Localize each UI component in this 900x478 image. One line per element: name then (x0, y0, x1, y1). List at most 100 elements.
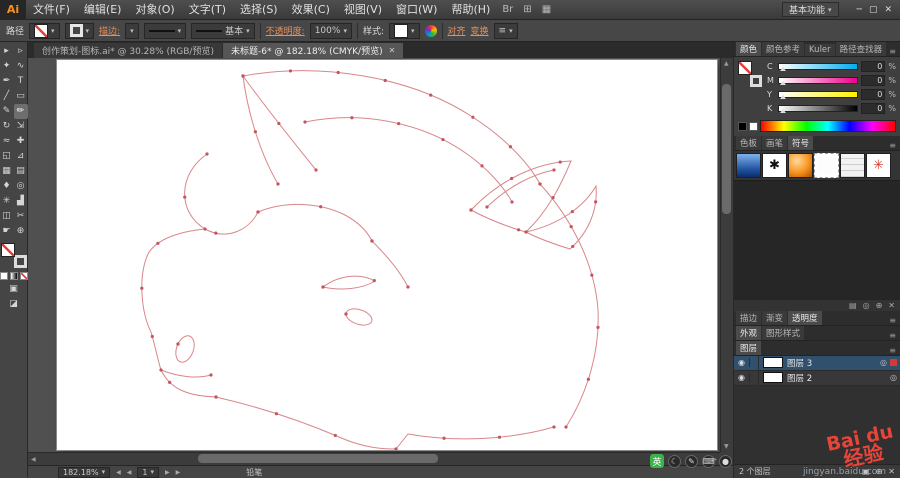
tool-slice[interactable]: ✂ (14, 209, 28, 224)
color-mode-button[interactable] (0, 272, 8, 280)
tab-color-guide[interactable]: 颜色参考 (762, 42, 805, 56)
fill-stroke-indicator[interactable] (0, 243, 27, 268)
target-icon[interactable]: ◎ (887, 373, 900, 382)
panel-menu-icon[interactable]: ≡ (887, 316, 898, 325)
recolor-artwork-icon[interactable] (424, 24, 437, 37)
tab-pathfinder[interactable]: 路径查找器 (835, 42, 887, 56)
menu-file[interactable]: 文件(F) (26, 0, 77, 20)
zoom-level-dropdown[interactable]: 182.18% ▾ (58, 466, 111, 478)
tab-layers[interactable]: 图层 (736, 340, 762, 355)
artboard-navigation-dropdown[interactable]: 1 ▾ (137, 466, 159, 478)
magenta-value-field[interactable]: 0 (861, 75, 886, 86)
ime-language-badge[interactable]: 英 (650, 454, 664, 468)
lock-toggle[interactable] (750, 355, 759, 370)
align-link[interactable]: 对齐 (448, 24, 466, 37)
next-artboard-icon[interactable]: ▶ (165, 469, 170, 476)
black-value-field[interactable]: 0 (861, 103, 886, 114)
vertical-scrollbar[interactable]: ▲ ▼ (720, 58, 733, 452)
close-button[interactable]: ✕ (884, 5, 892, 15)
vertical-scroll-thumb[interactable] (722, 84, 731, 214)
maximize-button[interactable]: ▢ (869, 5, 878, 15)
menu-help[interactable]: 帮助(H) (444, 0, 497, 20)
tool-mesh[interactable]: ▦ (0, 164, 14, 179)
tool-line-segment[interactable]: ╱ (0, 89, 14, 104)
grid-icon[interactable]: ▦ (537, 4, 556, 15)
magenta-slider[interactable] (778, 77, 859, 85)
tool-rotate[interactable]: ↻ (0, 119, 14, 134)
layer-row-2[interactable]: ◉ 图层 2 ◎ (734, 370, 900, 386)
ime-fullmoon-icon[interactable]: ☾ (668, 454, 681, 468)
tab-swatches[interactable]: 色板 (736, 136, 762, 150)
tab-kuler[interactable]: Kuler (805, 44, 835, 56)
tool-type[interactable]: T (14, 74, 28, 89)
tool-blend[interactable]: ◎ (14, 179, 28, 194)
scroll-left-icon[interactable]: ◀ (31, 456, 36, 463)
ime-keyboard-icon[interactable]: ⌨ (702, 454, 715, 468)
menu-object[interactable]: 对象(O) (128, 0, 181, 20)
tool-direct-selection[interactable]: ▹ (14, 44, 28, 59)
transform-link[interactable]: 变换 (471, 24, 489, 37)
panel-menu-icon[interactable]: ≡ (887, 346, 898, 355)
gradient-mode-button[interactable] (9, 272, 18, 280)
layer-row-3[interactable]: ◉ 图层 3 ◎ (734, 355, 900, 371)
tool-selection[interactable]: ▸ (0, 44, 14, 59)
menu-select[interactable]: 选择(S) (233, 0, 285, 20)
scroll-down-icon[interactable]: ▼ (724, 443, 729, 450)
tool-eyedropper[interactable]: ♦ (0, 179, 14, 194)
black-slider[interactable] (778, 105, 859, 113)
tab-gradient[interactable]: 渐变 (762, 310, 788, 325)
minimize-button[interactable]: ─ (857, 5, 862, 15)
tool-magic-wand[interactable]: ✦ (0, 59, 14, 74)
scroll-up-icon[interactable]: ▲ (724, 60, 729, 67)
screen-mode-button[interactable]: ◪ (7, 297, 21, 312)
first-artboard-icon[interactable]: ◀ (116, 469, 121, 476)
fill-swatch-none[interactable] (0, 243, 15, 257)
last-artboard-icon[interactable]: ▶ (176, 469, 181, 476)
drawing-mode-button[interactable]: ▣ (7, 282, 21, 297)
tool-rectangle[interactable]: ▭ (14, 89, 28, 104)
tab-color[interactable]: 颜色 (736, 42, 762, 56)
tool-zoom[interactable]: ⊕ (14, 224, 28, 239)
tool-symbol-sprayer[interactable]: ✳ (0, 194, 14, 209)
menu-edit[interactable]: 编辑(E) (77, 0, 129, 20)
opacity-link[interactable]: 不透明度: (266, 24, 305, 37)
lock-toggle[interactable] (750, 370, 759, 385)
menu-window[interactable]: 窗口(W) (389, 0, 444, 20)
horizontal-scrollbar[interactable]: ◀ ▶ (28, 452, 720, 465)
layer-name[interactable]: 图层 2 (787, 372, 887, 384)
brush-definition-dropdown[interactable]: 基本 ▾ (191, 22, 255, 39)
arrange-documents-icon[interactable]: ⊞ (518, 4, 536, 15)
place-symbol-icon[interactable]: ◎ (863, 301, 870, 310)
delete-symbol-icon[interactable]: ✕ (888, 301, 895, 310)
symbol-libraries-icon[interactable]: ▤ (849, 301, 857, 310)
control-panel-menu[interactable]: ≡ ▾ (493, 22, 518, 39)
horizontal-scroll-thumb[interactable] (198, 454, 438, 463)
symbol-flower[interactable]: ✳ (866, 153, 891, 178)
tool-lasso[interactable]: ∿ (14, 59, 28, 74)
tool-column-graph[interactable]: ▟ (14, 194, 28, 209)
symbol-grid[interactable] (840, 153, 865, 178)
prev-artboard-icon[interactable]: ◀ (127, 469, 132, 476)
panel-menu-icon[interactable]: ≡ (887, 47, 898, 56)
ime-settings-icon[interactable]: ● (719, 454, 732, 468)
tool-pencil[interactable]: ✏ (13, 104, 28, 119)
symbol-orb[interactable] (788, 153, 813, 178)
ime-pen-icon[interactable]: ✎ (685, 454, 698, 468)
tab-brushes[interactable]: 画笔 (762, 136, 788, 150)
tab-transparency[interactable]: 透明度 (788, 310, 822, 325)
opacity-dropdown[interactable]: 100% ▾ (309, 22, 352, 39)
tool-perspective-grid[interactable]: ⊿ (14, 149, 28, 164)
fill-swatch-none[interactable] (738, 61, 752, 75)
visibility-eye-icon[interactable]: ◉ (734, 373, 750, 383)
tool-shape-builder[interactable]: ◱ (0, 149, 14, 164)
yellow-value-field[interactable]: 0 (861, 89, 886, 100)
yellow-slider[interactable] (778, 91, 859, 99)
artboard[interactable] (57, 60, 717, 450)
menu-type[interactable]: 文字(T) (182, 0, 233, 20)
document-tab-2[interactable]: 未标题-6* @ 182.18% (CMYK/预览) ✕ (222, 43, 404, 58)
stroke-color-dropdown[interactable]: ▾ (64, 22, 95, 39)
stroke-swatch[interactable] (750, 75, 762, 87)
make-mask-icon[interactable]: ▣ (862, 467, 870, 476)
tab-appearance[interactable]: 外观 (736, 325, 762, 340)
panel-menu-icon[interactable]: ≡ (887, 141, 898, 150)
